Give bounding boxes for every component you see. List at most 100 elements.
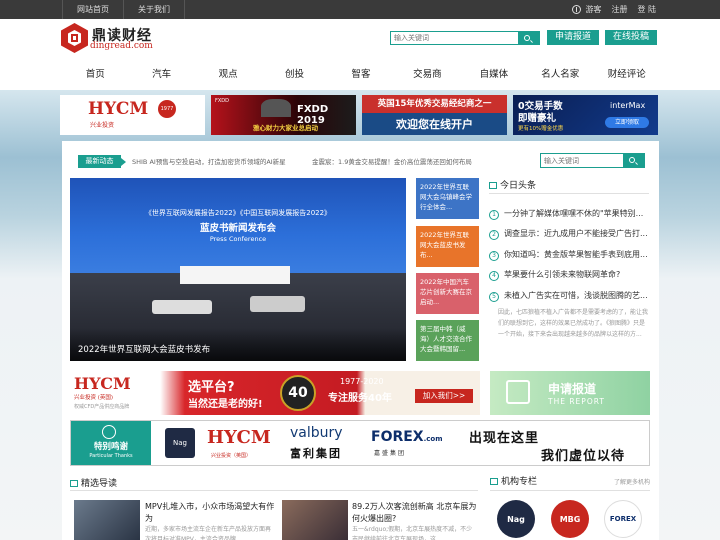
intermax-line2: 即赠豪礼 <box>518 113 557 124</box>
card-title[interactable]: 89.2万人次客流创新高 北京车展为何火爆出圈? <box>352 501 477 525</box>
mid-hycm-brand: HYCM <box>74 374 131 393</box>
headline-item[interactable]: 1 一分钟了解媒体嘿嘿不休的"苹果特别... <box>489 208 651 220</box>
guest-link[interactable]: 游客 <box>572 0 601 19</box>
report-icon <box>506 380 530 404</box>
ad-hycm-top[interactable]: HYCM 兴业投资 1977 <box>60 95 205 135</box>
intermax-brand: interMax <box>610 101 646 110</box>
divider <box>70 490 478 491</box>
topbar-about-link[interactable]: 关于我们 <box>124 0 185 19</box>
platform-line2: 当然还是老的好! <box>188 399 263 410</box>
header-search <box>390 31 540 45</box>
register-link[interactable]: 注册 <box>611 0 627 19</box>
nav-commentary[interactable]: 财经评论 <box>594 62 660 88</box>
headline-item[interactable]: 4 苹果要什么引领未来物联网革命? <box>489 269 651 281</box>
news-search <box>540 153 645 168</box>
headline-item[interactable]: 2 调查显示：近九成用户不能接受广告打... <box>489 228 651 240</box>
headline-item[interactable]: 5 未植入广告实在可惜，浅谈脱图腾的艺... <box>489 290 651 302</box>
logo-hexagon-icon[interactable] <box>61 23 88 53</box>
news-tile[interactable]: 第三届中韩（威海）人才交流合作大会暨韩国留... <box>416 320 479 361</box>
nav-media[interactable]: 自媒体 <box>461 62 527 88</box>
headline-text: 调查显示：近九成用户不能接受广告打... <box>504 229 648 238</box>
header-search-button[interactable] <box>518 32 539 44</box>
mid-hycm-small: 权威CFD产品供应商品牌 <box>74 404 130 410</box>
ad-apply-report[interactable]: 申请报道 THE REPORT <box>490 371 650 415</box>
ticker-item[interactable]: 金震宸：1.9黄金交易提醒！金价高位震荡还回如何布局 <box>312 156 472 166</box>
hycm-sub: 兴业投资 <box>90 122 115 129</box>
news-search-button[interactable] <box>623 154 644 167</box>
headline-item[interactable]: 3 你知道吗：黄金版苹果智能手表到底用... <box>489 249 651 261</box>
fxdd-small: FXDD <box>215 98 230 104</box>
hero-desk <box>250 296 305 312</box>
news-tile[interactable]: 2022年世界互联网大会乌镇峰会学行全体会... <box>416 178 479 219</box>
card-desc: 近期，多家市场主流车企在新车产品投放方面再次将目标对准MPV，主流合资品牌... <box>145 526 272 540</box>
news-tile[interactable]: 2022年世界互联网大会蓝皮书发布... <box>416 226 479 267</box>
hero-caption[interactable]: 2022年世界互联网大会蓝皮书发布 <box>78 343 210 355</box>
fxdd-brand: FXDD <box>297 104 329 115</box>
search-icon <box>629 157 635 163</box>
headline-text: 苹果要什么引领未来物联网革命? <box>504 270 621 279</box>
40-years-badge: 40 <box>280 375 316 411</box>
building-icon <box>490 478 498 485</box>
ad-intermax[interactable]: 0交易手数 即赠豪礼 更有10%赠金优惠 interMax 立即领取 <box>513 95 658 135</box>
nav-auto[interactable]: 汽车 <box>128 62 194 88</box>
nav-venture[interactable]: 创投 <box>261 62 327 88</box>
hero-slide[interactable]: 《世界互联网发展报告2022》《中国互联网发展报告2022》 蓝皮书新闻发布会 … <box>70 178 406 361</box>
headline-summary: 因此，七匹狼植不植入广告都不是需要考虑的了，能让我们的联想到它，这样的效果已然成… <box>498 309 649 338</box>
search-icon <box>524 35 530 41</box>
platform-line1: 选平台? <box>188 380 235 395</box>
news-icon <box>489 182 497 189</box>
columns-title: 机构专栏 <box>490 474 537 487</box>
headline-text: 一分钟了解媒体嘿嘿不休的"苹果特别... <box>504 209 644 218</box>
apply-report-button[interactable]: 申请报道 <box>547 30 599 45</box>
user-icon <box>572 5 582 14</box>
guest-label: 游客 <box>585 5 602 14</box>
ad-uk-broker[interactable]: 英国15年优秀交易经纪商之一 欢迎您在线开户 <box>362 95 507 135</box>
sponsor-nag-logo[interactable]: Nag <box>165 428 195 458</box>
join-us-button[interactable]: 加入我们>> <box>415 389 473 403</box>
bull-image <box>261 99 291 117</box>
report-cn: 申请报道 <box>548 382 597 396</box>
hero-screen-line3: Press Conference <box>209 235 267 243</box>
news-ticker: 最新动态 SHIB AI预售与空投启动，打造加密货币领域的AI新星 金震宸：1.… <box>70 150 650 172</box>
logo-domain: dingread.com <box>90 41 153 51</box>
nav-home[interactable]: 首页 <box>62 62 128 88</box>
ad-fxdd[interactable]: FXDD FXDD 2019 雅心财力大家业总启动 <box>211 95 356 135</box>
sponsor-hycm-logo[interactable]: HYCM <box>207 427 271 448</box>
news-tile[interactable]: 2022年中国汽车芯片创新大赛在京启动... <box>416 273 479 314</box>
card-thumbnail[interactable] <box>282 500 348 540</box>
online-submit-button[interactable]: 在线投稿 <box>605 30 657 45</box>
hycm-year-badge: 1977 <box>158 100 176 118</box>
mid-hycm-sub: 兴业投资 (英国) <box>74 395 114 401</box>
sponsor-forex-cn: 嘉盛集团 <box>374 450 407 457</box>
login-link[interactable]: 登 陆 <box>637 0 656 19</box>
sponsor-valbury-cn: 富利集团 <box>290 447 342 460</box>
org-nag-logo[interactable]: Nag <box>497 500 535 538</box>
nav-brokers[interactable]: 交易商 <box>394 62 460 88</box>
sponsor-forex-logo[interactable]: FOREX.com <box>371 429 443 445</box>
special-thanks-banner: 特别鸣谢 Particular Thanks Nag HYCM 兴业投资（英国）… <box>70 420 650 466</box>
headline-number: 5 <box>489 292 499 302</box>
more-orgs-link[interactable]: 了解更多机构 <box>614 477 650 486</box>
selected-title-text: 精选导读 <box>81 479 118 489</box>
uk-line2: 欢迎您在线开户 <box>396 118 473 131</box>
report-en: THE REPORT <box>548 397 605 406</box>
headline-number: 4 <box>489 271 499 281</box>
hero-screen-line2: 蓝皮书新闻发布会 <box>199 223 276 234</box>
org-forex-logo[interactable]: FOREX <box>604 500 642 538</box>
topbar-home-link[interactable]: 网站首页 <box>62 0 124 19</box>
header-search-input[interactable] <box>391 32 518 44</box>
nav-celebrities[interactable]: 名人名家 <box>527 62 593 88</box>
nav-opinion[interactable]: 观点 <box>195 62 261 88</box>
card-title[interactable]: MPV扎堆入市，小众市场渴望大有作为 <box>145 501 275 525</box>
card-desc: 五一&rdquo;假期，北京车展热度不减，不少市民继续前往北京车展现场，这... <box>352 526 473 540</box>
main-nav: 首页 汽车 观点 创投 智客 交易商 自媒体 名人名家 财经评论 <box>62 62 660 88</box>
card-thumbnail[interactable] <box>74 500 140 540</box>
org-mbg-logo[interactable]: MBG <box>551 500 589 538</box>
ticker-item[interactable]: SHIB AI预售与空投启动，打造加密货币领域的AI新星 <box>132 156 286 166</box>
ad-platform[interactable]: HYCM 兴业投资 (英国) 权威CFD产品供应商品牌 选平台? 当然还是老的好… <box>70 371 480 415</box>
intermax-claim-button[interactable]: 立即领取 <box>605 117 649 128</box>
nav-smart[interactable]: 智客 <box>328 62 394 88</box>
sponsor-valbury-logo[interactable]: valbury <box>290 425 343 441</box>
reading-icon <box>70 480 78 487</box>
news-search-input[interactable] <box>541 154 623 167</box>
